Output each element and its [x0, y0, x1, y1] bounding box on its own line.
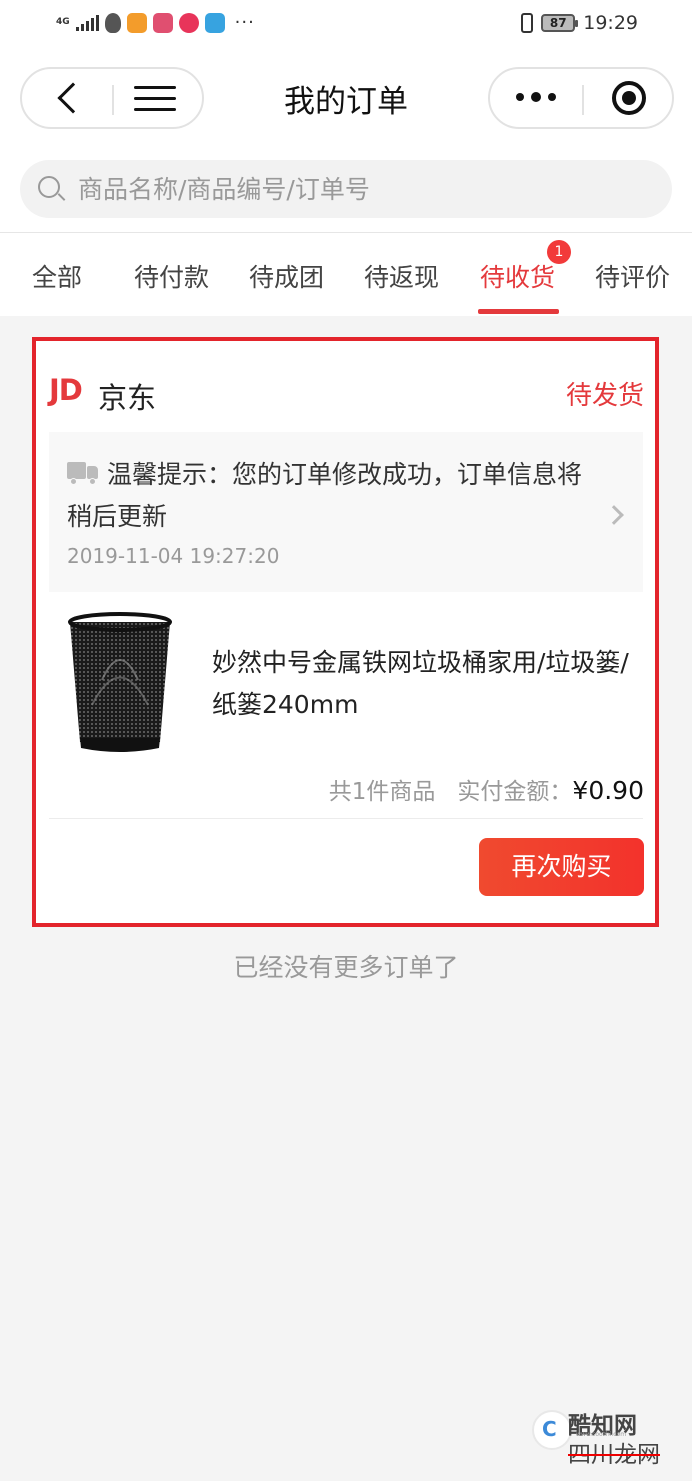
network-type: 4G [56, 17, 70, 27]
watermark-badge: C [532, 1410, 572, 1450]
search-input[interactable] [78, 160, 658, 218]
tab-pending-cashback[interactable]: 待返现 [364, 258, 439, 294]
tab-pending-group[interactable]: 待成团 [249, 258, 324, 294]
nav-right-capsule [488, 67, 674, 129]
vibrate-icon [521, 13, 534, 33]
more-icon[interactable] [516, 92, 556, 102]
qq-icon [104, 12, 121, 33]
tab-pending-review[interactable]: 待评价 [595, 258, 670, 294]
watermark-sub: 四川龙网 [568, 1442, 660, 1468]
tab-pending-payment[interactable]: 待付款 [134, 258, 209, 294]
tab-pending-receipt[interactable]: 待收货 [480, 258, 555, 294]
active-tab-indicator [478, 309, 559, 314]
no-more-orders: 已经没有更多订单了 [233, 953, 459, 982]
item-count: 共1件商品 [328, 779, 436, 805]
status-bar-right: 87 19:29 [521, 12, 638, 34]
paid-label: 实付金额： [457, 779, 573, 805]
clock: 19:29 [583, 12, 638, 34]
notice-time: 2019-11-04 19:27:20 [67, 544, 280, 568]
smile-app-icon [178, 12, 199, 33]
chevron-right-icon [604, 505, 624, 525]
shop-name[interactable]: 京东 [98, 375, 156, 417]
video-app-icon [126, 12, 147, 33]
card-divider [49, 818, 643, 819]
shopping-app-icon [152, 12, 173, 33]
signal-icon [75, 14, 99, 31]
delivery-app-icon [204, 12, 225, 33]
status-bar-left: 4G ··· [56, 12, 255, 33]
more-notifications-icon: ··· [234, 12, 255, 33]
divider [0, 232, 692, 233]
paid-amount: ¥0.90 [572, 776, 644, 805]
search-bar[interactable] [20, 160, 672, 218]
status-bar: 4G ··· 87 19:29 [0, 0, 692, 52]
order-notice[interactable]: 温馨提示：您的订单修改成功，订单信息将稍后更新 2019-11-04 19:27… [49, 432, 643, 592]
capsule-divider [582, 85, 584, 115]
tab-all[interactable]: 全部 [32, 258, 82, 294]
product-title[interactable]: 妙然中号金属铁网垃圾桶家用/垃圾篓/纸篓240mm [212, 642, 642, 726]
order-status: 待发货 [565, 381, 644, 411]
jd-logo: JD [49, 373, 83, 407]
order-summary: 共1件商品 实付金额：¥0.90 [329, 772, 644, 806]
close-miniprogram-icon[interactable] [612, 81, 646, 115]
rebuy-button[interactable]: 再次购买 [479, 838, 644, 896]
product-image[interactable] [62, 610, 178, 756]
tab-badge: 1 [547, 240, 571, 264]
search-icon [38, 176, 60, 198]
battery-icon: 87 [541, 14, 579, 32]
notice-text: 温馨提示：您的订单修改成功，订单信息将稍后更新 [67, 460, 583, 531]
watermark-logo: C 酷知网 www.coozhi.com 四川龙网 [520, 1400, 670, 1470]
